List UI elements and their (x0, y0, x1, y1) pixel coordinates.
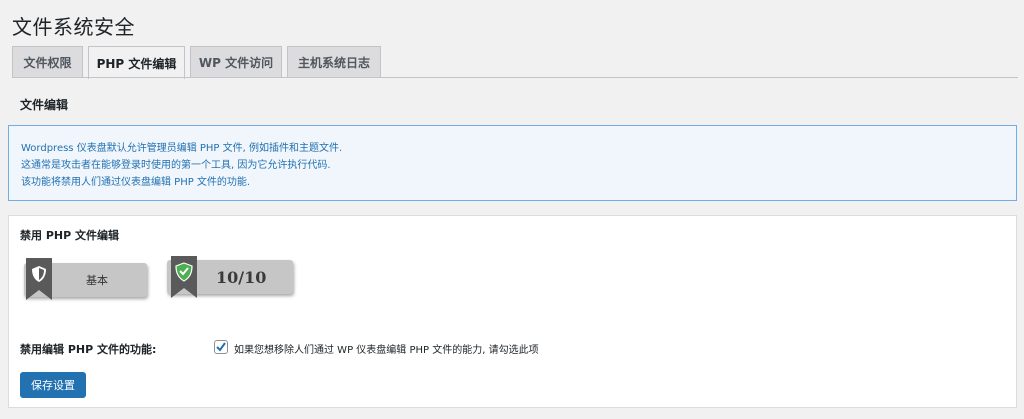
info-line: Wordpress 仪表盘默认允许管理员编辑 PHP 文件, 例如插件和主题文件… (21, 143, 343, 154)
disable-php-edit-label: 禁用编辑 PHP 文件的功能: (20, 343, 157, 356)
section-heading: 文件编辑 (20, 98, 69, 112)
settings-card: 禁用 PHP 文件编辑 基本 10/10 禁用编辑 PHP 文件的功能: 如果您… (8, 215, 1017, 408)
page-title: 文件系统安全 (12, 15, 135, 39)
shield-ribbon-icon (26, 258, 52, 300)
tab-wp-file-access[interactable]: WP 文件访问 (190, 46, 282, 77)
checkmark-icon (216, 342, 226, 352)
save-settings-button[interactable]: 保存设置 (20, 372, 86, 398)
tab-file-permissions[interactable]: 文件权限 (12, 46, 83, 77)
info-notice: Wordpress 仪表盘默认允许管理员编辑 PHP 文件, 例如插件和主题文件… (8, 125, 1017, 201)
tab-php-file-editing[interactable]: PHP 文件编辑 (88, 46, 185, 79)
info-line: 这通常是攻击者在能够登录时使用的第一个工具, 因为它允许执行代码. (21, 160, 331, 171)
card-title: 禁用 PHP 文件编辑 (20, 229, 119, 242)
tab-host-system-logs[interactable]: 主机系统日志 (287, 46, 381, 77)
tabs-divider (12, 77, 1018, 78)
badge-level-label: 基本 (86, 274, 108, 287)
disable-php-edit-checkbox[interactable] (214, 340, 228, 354)
badge-score: 10/10 (216, 267, 267, 287)
checkbox-description: 如果您想移除人们通过 WP 仪表盘编辑 PHP 文件的能力, 请勾选此项 (234, 345, 539, 356)
info-line: 该功能将禁用人们通过仪表盘编辑 PHP 文件的功能. (21, 177, 251, 188)
shield-check-ribbon-icon (171, 256, 197, 298)
